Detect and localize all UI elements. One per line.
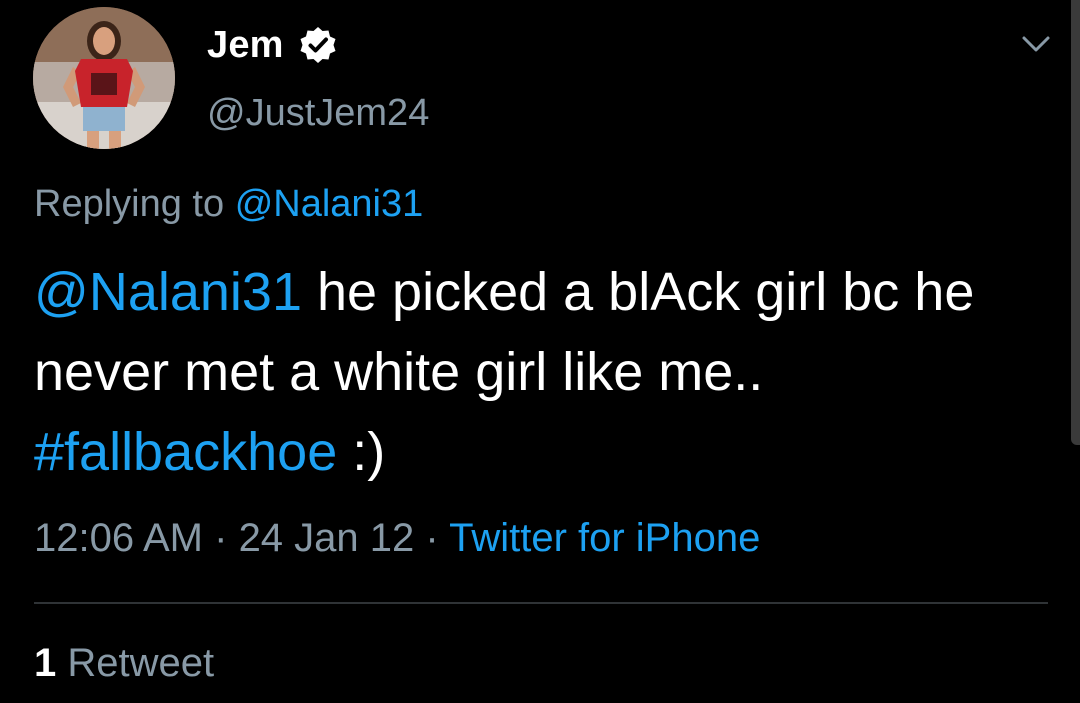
tweet-detail: Jem @JustJem24 Replying to @Nalani31 @Na… bbox=[0, 0, 1080, 703]
divider bbox=[34, 602, 1048, 604]
author-name-row[interactable]: Jem bbox=[207, 22, 338, 68]
replying-to: Replying to @Nalani31 bbox=[34, 183, 423, 226]
retweet-label: Retweet bbox=[56, 641, 215, 685]
author-handle[interactable]: @JustJem24 bbox=[207, 92, 429, 135]
mention-link[interactable]: @Nalani31 bbox=[34, 262, 302, 322]
replying-to-handle-link[interactable]: @Nalani31 bbox=[235, 183, 424, 225]
tweet-date[interactable]: 24 Jan 12 bbox=[239, 516, 415, 560]
avatar[interactable] bbox=[33, 7, 175, 149]
retweet-stats[interactable]: 1 Retweet bbox=[34, 641, 214, 686]
scrollbar[interactable] bbox=[1071, 0, 1080, 445]
hashtag-link[interactable]: #fallbackhoe bbox=[34, 422, 337, 482]
meta-separator: · bbox=[203, 516, 239, 560]
verified-badge-icon bbox=[298, 25, 338, 65]
meta-separator: · bbox=[414, 516, 450, 560]
tweet-meta: 12:06 AM · 24 Jan 12 · Twitter for iPhon… bbox=[34, 516, 760, 561]
tweet-text: @Nalani31 he picked a blAck girl bc he n… bbox=[34, 252, 1034, 492]
tweet-source-link[interactable]: Twitter for iPhone bbox=[449, 516, 760, 560]
tweet-text-tail: :) bbox=[337, 422, 386, 482]
tweet-time[interactable]: 12:06 AM bbox=[34, 516, 203, 560]
replying-to-label: Replying to bbox=[34, 183, 225, 225]
author-name[interactable]: Jem bbox=[207, 24, 284, 67]
retweet-count: 1 bbox=[34, 641, 57, 685]
chevron-down-icon[interactable] bbox=[1018, 30, 1054, 58]
